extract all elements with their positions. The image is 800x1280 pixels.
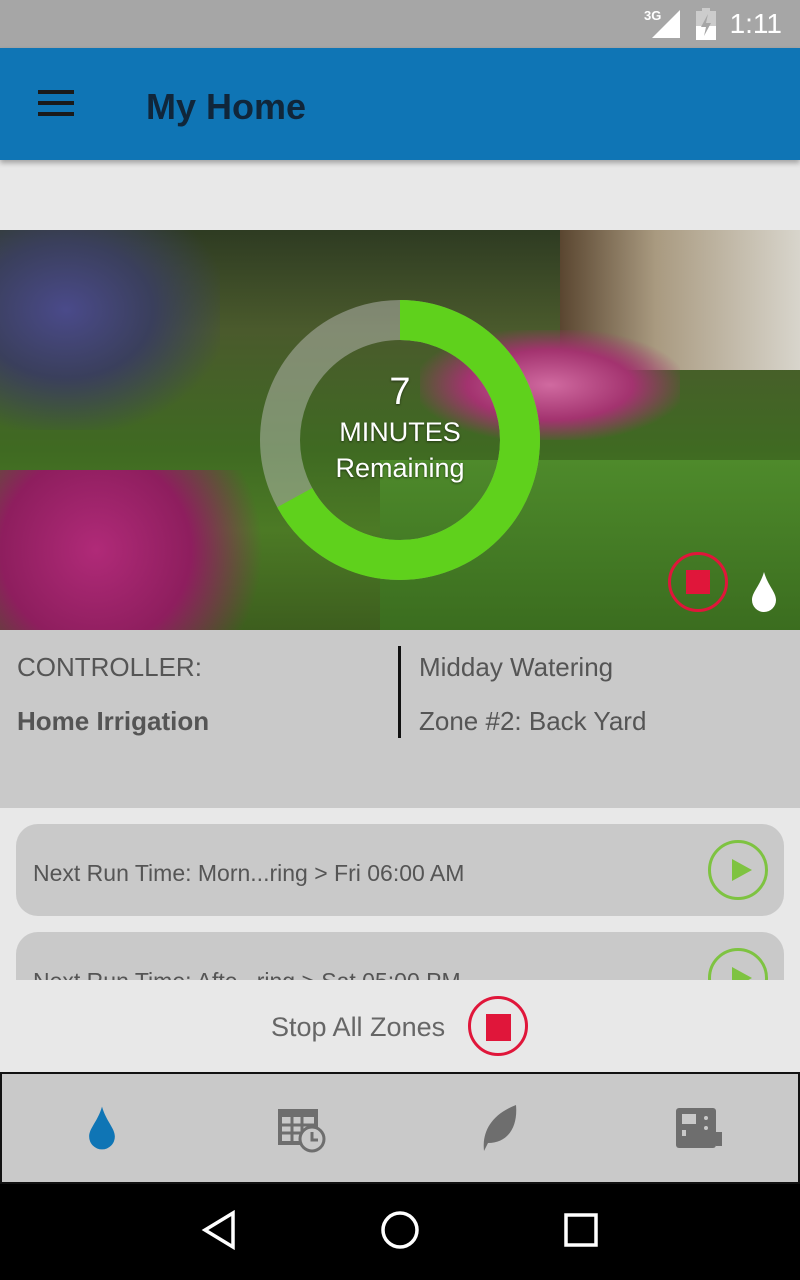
back-button[interactable] xyxy=(201,1209,237,1255)
zone-name: Zone #2: Back Yard xyxy=(419,706,647,736)
minutes-value: 7 xyxy=(389,371,411,413)
bottom-tab-bar xyxy=(0,1072,800,1184)
next-run-text: Next Run Time: Afte...ring > Sat 05:00 P… xyxy=(33,968,461,980)
divider xyxy=(398,646,401,738)
garden-hero-image: 7 MINUTES Remaining xyxy=(0,230,800,630)
stop-icon xyxy=(686,570,710,594)
tab-schedule[interactable] xyxy=(201,1074,400,1182)
clock: 1:11 xyxy=(729,8,782,39)
calendar-clock-icon xyxy=(277,1109,325,1153)
schedule-name: Midday Watering xyxy=(419,652,614,682)
status-bar: 3G 1:11 xyxy=(0,0,800,48)
home-icon xyxy=(381,1210,419,1249)
controller-device-icon xyxy=(675,1108,722,1148)
recents-icon xyxy=(563,1212,598,1247)
tab-environment[interactable] xyxy=(400,1074,599,1182)
remaining-label: Remaining xyxy=(335,453,465,483)
run-now-button[interactable] xyxy=(708,948,768,980)
next-run-text: Next Run Time: Morn...ring > Fri 06:00 A… xyxy=(33,860,465,886)
water-drop-icon[interactable] xyxy=(750,572,778,612)
water-drop-icon xyxy=(88,1106,115,1150)
stop-all-label[interactable]: Stop All Zones xyxy=(271,1012,445,1043)
minutes-unit: MINUTES xyxy=(339,417,461,447)
page-title: My Home xyxy=(146,86,307,127)
play-icon xyxy=(732,967,752,980)
stop-all-button[interactable] xyxy=(468,996,528,1056)
tab-controller[interactable] xyxy=(599,1074,798,1182)
tab-watering[interactable] xyxy=(2,1074,201,1182)
battery-charging-icon xyxy=(696,8,716,40)
home-button[interactable] xyxy=(380,1210,420,1255)
stop-icon xyxy=(486,1014,511,1041)
recents-button[interactable] xyxy=(563,1212,599,1253)
controller-label: CONTROLLER: xyxy=(17,652,202,682)
hamburger-menu-icon[interactable] xyxy=(38,90,74,116)
system-navigation-bar xyxy=(0,1184,800,1280)
list-item: Next Run Time: Afte...ring > Sat 05:00 P… xyxy=(16,932,784,980)
list-item: Next Run Time: Morn...ring > Fri 06:00 A… xyxy=(16,824,784,916)
back-icon xyxy=(201,1209,236,1250)
controller-info: CONTROLLER: Home Irrigation Midday Water… xyxy=(0,630,800,808)
leaf-icon xyxy=(483,1105,516,1151)
app-bar: My Home xyxy=(0,48,800,160)
stop-zone-button[interactable] xyxy=(668,552,728,612)
play-icon xyxy=(732,859,752,881)
controller-name: Home Irrigation xyxy=(17,706,210,736)
signal-icon xyxy=(652,10,680,38)
run-now-button[interactable] xyxy=(708,840,768,900)
stop-all-bar: Stop All Zones xyxy=(0,980,800,1072)
next-run-list[interactable]: Next Run Time: Morn...ring > Fri 06:00 A… xyxy=(0,808,800,980)
